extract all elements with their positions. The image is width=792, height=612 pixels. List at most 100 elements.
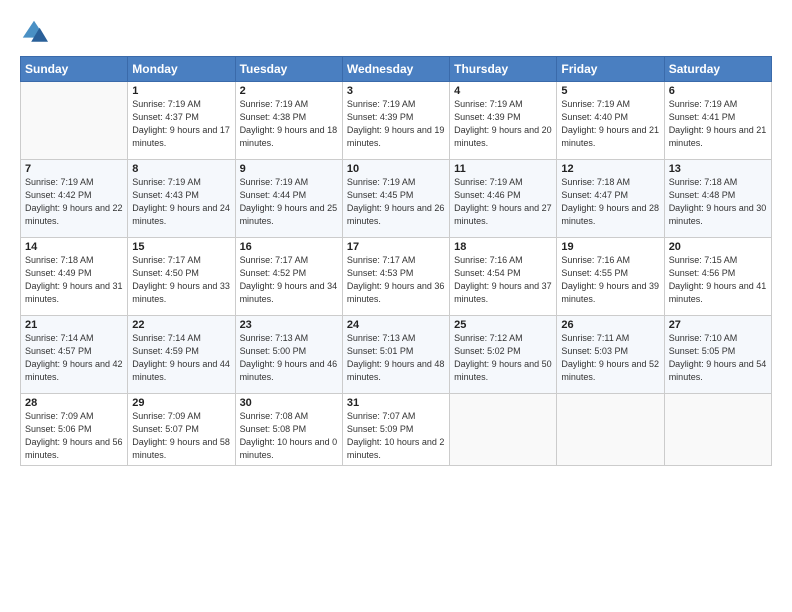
day-info: Sunrise: 7:19 AM Sunset: 4:44 PM Dayligh… xyxy=(240,176,338,228)
calendar-cell: 23Sunrise: 7:13 AM Sunset: 5:00 PM Dayli… xyxy=(235,316,342,394)
calendar-cell: 17Sunrise: 7:17 AM Sunset: 4:53 PM Dayli… xyxy=(342,238,449,316)
day-number: 4 xyxy=(454,85,552,97)
calendar-cell xyxy=(21,82,128,160)
header xyxy=(20,18,772,46)
day-number: 12 xyxy=(561,163,659,175)
day-number: 14 xyxy=(25,241,123,253)
calendar-cell: 11Sunrise: 7:19 AM Sunset: 4:46 PM Dayli… xyxy=(450,160,557,238)
calendar-cell: 9Sunrise: 7:19 AM Sunset: 4:44 PM Daylig… xyxy=(235,160,342,238)
day-info: Sunrise: 7:18 AM Sunset: 4:48 PM Dayligh… xyxy=(669,176,767,228)
weekday-header-monday: Monday xyxy=(128,57,235,82)
day-info: Sunrise: 7:19 AM Sunset: 4:39 PM Dayligh… xyxy=(347,98,445,150)
calendar-cell xyxy=(450,394,557,466)
weekday-header-thursday: Thursday xyxy=(450,57,557,82)
day-number: 27 xyxy=(669,319,767,331)
day-number: 28 xyxy=(25,397,123,409)
week-row-1: 1Sunrise: 7:19 AM Sunset: 4:37 PM Daylig… xyxy=(21,82,772,160)
week-row-2: 7Sunrise: 7:19 AM Sunset: 4:42 PM Daylig… xyxy=(21,160,772,238)
day-info: Sunrise: 7:19 AM Sunset: 4:40 PM Dayligh… xyxy=(561,98,659,150)
day-number: 19 xyxy=(561,241,659,253)
day-info: Sunrise: 7:19 AM Sunset: 4:46 PM Dayligh… xyxy=(454,176,552,228)
weekday-header-row: SundayMondayTuesdayWednesdayThursdayFrid… xyxy=(21,57,772,82)
day-number: 29 xyxy=(132,397,230,409)
day-number: 23 xyxy=(240,319,338,331)
day-info: Sunrise: 7:14 AM Sunset: 4:57 PM Dayligh… xyxy=(25,332,123,384)
day-info: Sunrise: 7:19 AM Sunset: 4:39 PM Dayligh… xyxy=(454,98,552,150)
day-number: 6 xyxy=(669,85,767,97)
day-info: Sunrise: 7:19 AM Sunset: 4:42 PM Dayligh… xyxy=(25,176,123,228)
calendar-cell xyxy=(664,394,771,466)
day-number: 16 xyxy=(240,241,338,253)
calendar-cell: 30Sunrise: 7:08 AM Sunset: 5:08 PM Dayli… xyxy=(235,394,342,466)
day-number: 5 xyxy=(561,85,659,97)
day-number: 30 xyxy=(240,397,338,409)
day-number: 9 xyxy=(240,163,338,175)
day-info: Sunrise: 7:10 AM Sunset: 5:05 PM Dayligh… xyxy=(669,332,767,384)
logo xyxy=(20,18,50,46)
calendar-cell: 14Sunrise: 7:18 AM Sunset: 4:49 PM Dayli… xyxy=(21,238,128,316)
week-row-3: 14Sunrise: 7:18 AM Sunset: 4:49 PM Dayli… xyxy=(21,238,772,316)
day-info: Sunrise: 7:08 AM Sunset: 5:08 PM Dayligh… xyxy=(240,410,338,462)
day-info: Sunrise: 7:17 AM Sunset: 4:52 PM Dayligh… xyxy=(240,254,338,306)
day-info: Sunrise: 7:16 AM Sunset: 4:54 PM Dayligh… xyxy=(454,254,552,306)
day-number: 31 xyxy=(347,397,445,409)
day-info: Sunrise: 7:11 AM Sunset: 5:03 PM Dayligh… xyxy=(561,332,659,384)
day-info: Sunrise: 7:12 AM Sunset: 5:02 PM Dayligh… xyxy=(454,332,552,384)
day-number: 20 xyxy=(669,241,767,253)
calendar-cell: 26Sunrise: 7:11 AM Sunset: 5:03 PM Dayli… xyxy=(557,316,664,394)
calendar-cell: 10Sunrise: 7:19 AM Sunset: 4:45 PM Dayli… xyxy=(342,160,449,238)
calendar-cell: 13Sunrise: 7:18 AM Sunset: 4:48 PM Dayli… xyxy=(664,160,771,238)
day-number: 26 xyxy=(561,319,659,331)
weekday-header-sunday: Sunday xyxy=(21,57,128,82)
calendar-cell xyxy=(557,394,664,466)
weekday-header-wednesday: Wednesday xyxy=(342,57,449,82)
day-info: Sunrise: 7:14 AM Sunset: 4:59 PM Dayligh… xyxy=(132,332,230,384)
day-number: 8 xyxy=(132,163,230,175)
day-info: Sunrise: 7:16 AM Sunset: 4:55 PM Dayligh… xyxy=(561,254,659,306)
calendar-cell: 2Sunrise: 7:19 AM Sunset: 4:38 PM Daylig… xyxy=(235,82,342,160)
day-info: Sunrise: 7:19 AM Sunset: 4:41 PM Dayligh… xyxy=(669,98,767,150)
day-info: Sunrise: 7:19 AM Sunset: 4:38 PM Dayligh… xyxy=(240,98,338,150)
day-info: Sunrise: 7:19 AM Sunset: 4:37 PM Dayligh… xyxy=(132,98,230,150)
day-info: Sunrise: 7:17 AM Sunset: 4:53 PM Dayligh… xyxy=(347,254,445,306)
week-row-5: 28Sunrise: 7:09 AM Sunset: 5:06 PM Dayli… xyxy=(21,394,772,466)
day-number: 25 xyxy=(454,319,552,331)
calendar-cell: 19Sunrise: 7:16 AM Sunset: 4:55 PM Dayli… xyxy=(557,238,664,316)
calendar-cell: 5Sunrise: 7:19 AM Sunset: 4:40 PM Daylig… xyxy=(557,82,664,160)
day-number: 21 xyxy=(25,319,123,331)
day-info: Sunrise: 7:17 AM Sunset: 4:50 PM Dayligh… xyxy=(132,254,230,306)
day-number: 11 xyxy=(454,163,552,175)
calendar-cell: 7Sunrise: 7:19 AM Sunset: 4:42 PM Daylig… xyxy=(21,160,128,238)
day-number: 2 xyxy=(240,85,338,97)
day-number: 7 xyxy=(25,163,123,175)
day-info: Sunrise: 7:19 AM Sunset: 4:45 PM Dayligh… xyxy=(347,176,445,228)
day-info: Sunrise: 7:19 AM Sunset: 4:43 PM Dayligh… xyxy=(132,176,230,228)
day-info: Sunrise: 7:15 AM Sunset: 4:56 PM Dayligh… xyxy=(669,254,767,306)
logo-icon xyxy=(20,18,48,46)
calendar-cell: 27Sunrise: 7:10 AM Sunset: 5:05 PM Dayli… xyxy=(664,316,771,394)
calendar-table: SundayMondayTuesdayWednesdayThursdayFrid… xyxy=(20,56,772,466)
calendar-cell: 3Sunrise: 7:19 AM Sunset: 4:39 PM Daylig… xyxy=(342,82,449,160)
day-number: 1 xyxy=(132,85,230,97)
day-number: 15 xyxy=(132,241,230,253)
calendar-cell: 29Sunrise: 7:09 AM Sunset: 5:07 PM Dayli… xyxy=(128,394,235,466)
page: SundayMondayTuesdayWednesdayThursdayFrid… xyxy=(0,0,792,612)
day-info: Sunrise: 7:13 AM Sunset: 5:00 PM Dayligh… xyxy=(240,332,338,384)
day-number: 3 xyxy=(347,85,445,97)
calendar-cell: 28Sunrise: 7:09 AM Sunset: 5:06 PM Dayli… xyxy=(21,394,128,466)
weekday-header-tuesday: Tuesday xyxy=(235,57,342,82)
calendar-cell: 12Sunrise: 7:18 AM Sunset: 4:47 PM Dayli… xyxy=(557,160,664,238)
calendar-cell: 21Sunrise: 7:14 AM Sunset: 4:57 PM Dayli… xyxy=(21,316,128,394)
calendar-cell: 1Sunrise: 7:19 AM Sunset: 4:37 PM Daylig… xyxy=(128,82,235,160)
calendar-cell: 6Sunrise: 7:19 AM Sunset: 4:41 PM Daylig… xyxy=(664,82,771,160)
weekday-header-saturday: Saturday xyxy=(664,57,771,82)
day-info: Sunrise: 7:18 AM Sunset: 4:49 PM Dayligh… xyxy=(25,254,123,306)
day-number: 13 xyxy=(669,163,767,175)
calendar-cell: 20Sunrise: 7:15 AM Sunset: 4:56 PM Dayli… xyxy=(664,238,771,316)
day-info: Sunrise: 7:09 AM Sunset: 5:06 PM Dayligh… xyxy=(25,410,123,462)
day-number: 10 xyxy=(347,163,445,175)
day-number: 17 xyxy=(347,241,445,253)
day-info: Sunrise: 7:09 AM Sunset: 5:07 PM Dayligh… xyxy=(132,410,230,462)
day-info: Sunrise: 7:07 AM Sunset: 5:09 PM Dayligh… xyxy=(347,410,445,462)
day-number: 24 xyxy=(347,319,445,331)
